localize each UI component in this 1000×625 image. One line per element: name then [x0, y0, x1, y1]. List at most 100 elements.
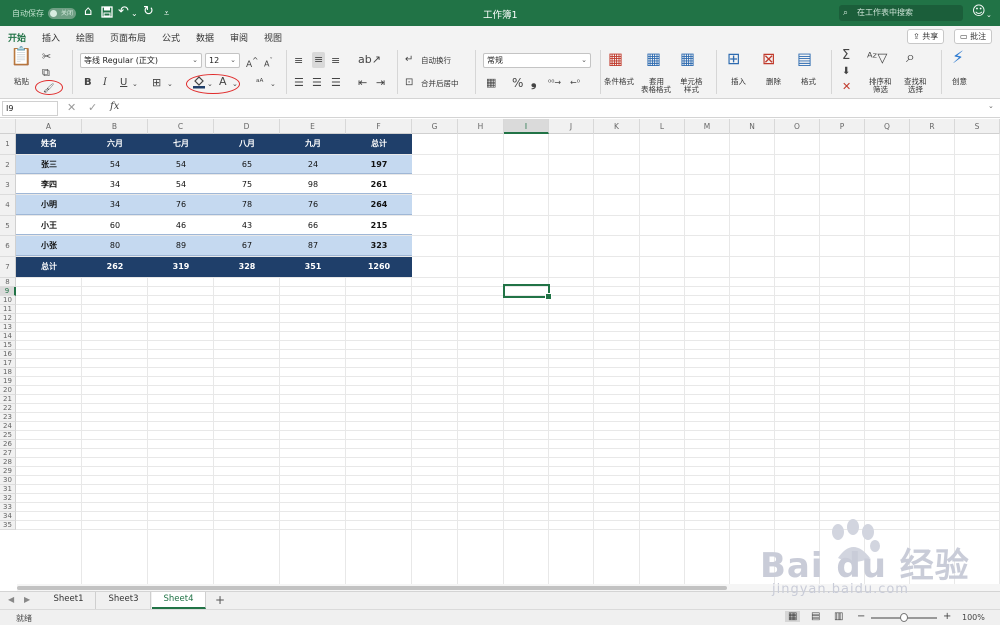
align-left-icon[interactable]: ☰: [294, 76, 304, 90]
insert-cells-label[interactable]: 插入: [731, 77, 746, 86]
row-header-18[interactable]: 18: [0, 368, 16, 377]
name-box[interactable]: I9: [2, 101, 58, 116]
sheet-tab-sheet4[interactable]: Sheet4: [152, 592, 206, 609]
merge-center-button[interactable]: 合并后居中: [421, 79, 459, 88]
save-icon[interactable]: [101, 4, 113, 23]
cell-styles-label-2[interactable]: 样式: [684, 85, 699, 94]
redo-icon[interactable]: ↻: [143, 4, 154, 20]
insert-function-button[interactable]: fx: [110, 101, 119, 112]
decrease-font-icon[interactable]: Aˇ: [264, 54, 273, 72]
comma-style-button[interactable]: ❟: [531, 75, 537, 89]
zoom-out-icon[interactable]: −: [857, 611, 865, 622]
row-header-11[interactable]: 11: [0, 305, 16, 314]
table-total-cell[interactable]: 328: [214, 257, 280, 277]
align-right-icon[interactable]: ☰: [331, 76, 341, 90]
merge-center-icon[interactable]: ⊡: [405, 76, 413, 90]
row-header-30[interactable]: 30: [0, 476, 16, 485]
bold-button[interactable]: B: [84, 76, 92, 90]
align-bottom-icon[interactable]: ≡: [331, 54, 340, 68]
table-cell[interactable]: 78: [214, 195, 280, 215]
table-total-cell[interactable]: 262: [82, 257, 148, 277]
table-cell[interactable]: 66: [280, 216, 346, 235]
search-input[interactable]: ⌕ 在工作表中搜索: [839, 5, 963, 21]
tab-draw[interactable]: 绘图: [76, 31, 94, 44]
table-cell[interactable]: 76: [148, 195, 214, 215]
row-header-2[interactable]: 2: [0, 155, 16, 175]
tab-page-layout[interactable]: 页面布局: [110, 31, 146, 44]
share-button[interactable]: ⇪ 共享: [907, 29, 945, 44]
column-header-o[interactable]: O: [775, 119, 820, 134]
column-header-b[interactable]: B: [82, 119, 148, 134]
format-as-table-label-2[interactable]: 表格格式: [641, 85, 671, 94]
column-header-n[interactable]: N: [730, 119, 775, 134]
table-cell[interactable]: 34: [82, 175, 148, 194]
row-header-24[interactable]: 24: [0, 422, 16, 431]
table-header-cell[interactable]: 八月: [214, 134, 280, 154]
ideas-icon[interactable]: ⚡: [952, 50, 964, 67]
row-header-8[interactable]: 8: [0, 278, 16, 287]
increase-font-icon[interactable]: A^: [246, 54, 258, 72]
home-icon[interactable]: ⌂: [84, 4, 92, 20]
table-cell[interactable]: 46: [148, 216, 214, 235]
row-header-35[interactable]: 35: [0, 521, 16, 530]
align-center-icon[interactable]: ☰: [312, 76, 322, 90]
row-header-4[interactable]: 4: [0, 195, 16, 216]
table-cell[interactable]: 76: [280, 195, 346, 215]
column-header-h[interactable]: H: [458, 119, 504, 134]
percent-button[interactable]: %: [512, 76, 523, 90]
tab-review[interactable]: 审阅: [230, 31, 248, 44]
table-total-cell[interactable]: 1260: [346, 257, 412, 277]
ideas-label[interactable]: 创意: [952, 77, 967, 86]
row-header-28[interactable]: 28: [0, 458, 16, 467]
column-header-s[interactable]: S: [955, 119, 1000, 134]
zoom-slider[interactable]: [871, 613, 937, 622]
zoom-slider-knob[interactable]: [900, 613, 908, 622]
table-header-cell[interactable]: 总计: [346, 134, 412, 154]
table-cell[interactable]: 215: [346, 216, 412, 235]
format-cells-label[interactable]: 格式: [801, 77, 816, 86]
tab-view[interactable]: 视图: [264, 31, 282, 44]
select-all-corner[interactable]: [0, 119, 16, 134]
column-header-i[interactable]: I: [504, 119, 549, 134]
column-header-l[interactable]: L: [640, 119, 685, 134]
row-header-31[interactable]: 31: [0, 485, 16, 494]
table-cell[interactable]: 67: [214, 236, 280, 256]
borders-icon[interactable]: ⊞: [152, 76, 161, 90]
wrap-text-button[interactable]: 自动换行: [421, 56, 451, 65]
row-header-19[interactable]: 19: [0, 377, 16, 386]
row-header-13[interactable]: 13: [0, 323, 16, 332]
row-header-21[interactable]: 21: [0, 395, 16, 404]
increase-decimal-icon[interactable]: ⁰⁰→: [548, 76, 561, 90]
table-total-cell[interactable]: 351: [280, 257, 346, 277]
spreadsheet-grid[interactable]: ABCDEFGHIJKLMNOPQRS 1 2 3 4 5 6 7 8 9 10 11 12 13 14 1…: [0, 119, 1000, 584]
format-as-table-icon[interactable]: ▦: [646, 51, 661, 67]
increase-indent-icon[interactable]: ⇥: [376, 76, 385, 90]
row-header-3[interactable]: 3: [0, 175, 16, 195]
column-header-d[interactable]: D: [214, 119, 280, 134]
conditional-format-label[interactable]: 条件格式: [604, 77, 634, 86]
tab-data[interactable]: 数据: [196, 31, 214, 44]
table-cell[interactable]: 87: [280, 236, 346, 256]
column-header-c[interactable]: C: [148, 119, 214, 134]
row-header-5[interactable]: 5: [0, 216, 16, 236]
column-header-p[interactable]: P: [820, 119, 865, 134]
table-cell[interactable]: 小明: [16, 195, 82, 215]
page-layout-view-icon[interactable]: ▤: [811, 611, 820, 622]
undo-icon[interactable]: ↶: [118, 4, 129, 20]
sheet-tab-sheet3[interactable]: Sheet3: [97, 592, 151, 609]
column-header-r[interactable]: R: [910, 119, 955, 134]
table-cell[interactable]: 80: [82, 236, 148, 256]
row-header-26[interactable]: 26: [0, 440, 16, 449]
row-header-17[interactable]: 17: [0, 359, 16, 368]
row-header-10[interactable]: 10: [0, 296, 16, 305]
wrap-text-icon[interactable]: ↵: [405, 53, 413, 67]
enter-icon[interactable]: ✓: [88, 101, 97, 114]
row-header-22[interactable]: 22: [0, 404, 16, 413]
fill-icon[interactable]: ⬇: [842, 65, 850, 79]
column-header-g[interactable]: G: [412, 119, 458, 134]
row-header-9[interactable]: 9: [0, 287, 16, 296]
underline-dropdown-icon[interactable]: ⌄: [132, 77, 138, 91]
table-cell[interactable]: 24: [280, 155, 346, 174]
row-header-23[interactable]: 23: [0, 413, 16, 422]
font-name-select[interactable]: 等线 Regular (正文) ⌄: [80, 53, 202, 68]
